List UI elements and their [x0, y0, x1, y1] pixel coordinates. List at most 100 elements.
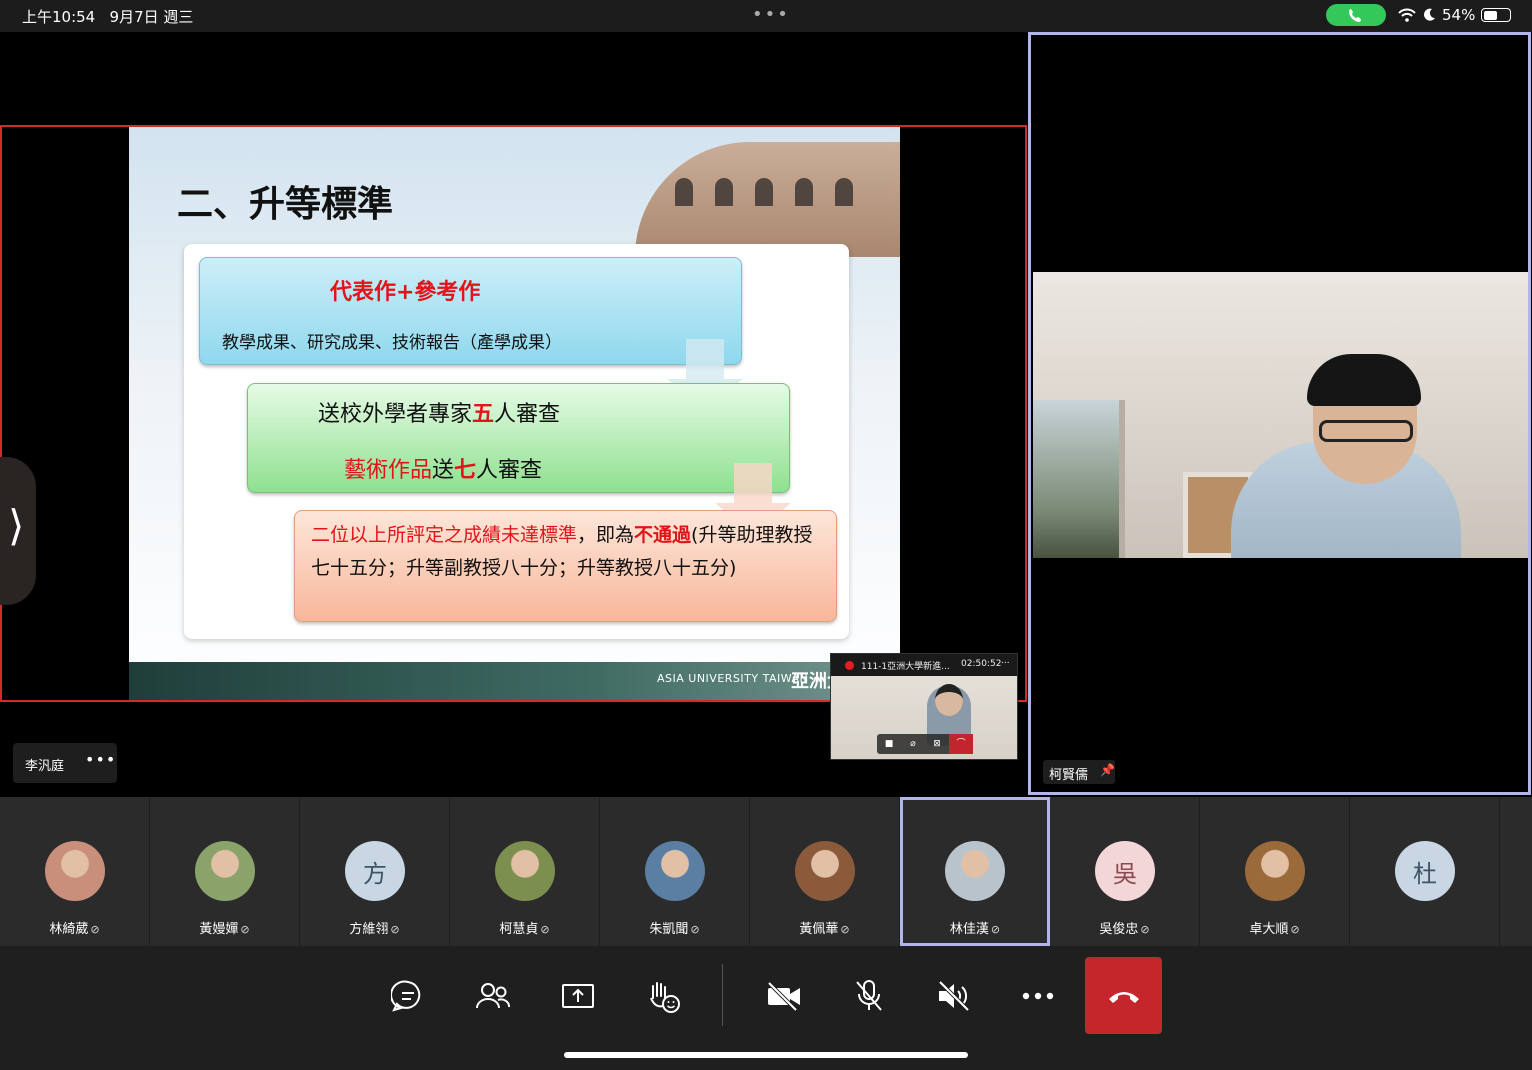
criteria-box-review: 送校外學者專家五人審查 藝術作品送七人審查: [247, 383, 790, 493]
expand-panel-button[interactable]: ⟩: [0, 457, 36, 605]
participant-name-text: 方維翎: [349, 922, 389, 937]
presenter-name: 李汎庭: [25, 759, 65, 774]
mic-off-icon: ⊘: [840, 923, 850, 936]
participant-tile[interactable]: 林綺葳 ⊘: [0, 797, 150, 946]
avatar: [1245, 841, 1305, 901]
mic-off-icon: ⊘: [1140, 923, 1150, 936]
record-icon: [845, 661, 854, 670]
participant-name-text: 黃佩華: [799, 922, 839, 937]
avatar: 吳: [1095, 841, 1155, 901]
participant-name: 林綺葳 ⊘: [0, 918, 149, 937]
participant-name-text: 朱凱聞: [649, 922, 689, 937]
presenter-pip-video: 111-1亞洲大學新進... 02:50:52 ... ■ ⌀ ⊠ ⌒: [830, 653, 1018, 760]
shared-screen[interactable]: 二、升等標準 代表作+參考作 教學成果、研究成果、技術報告（產學成果） 送校外學…: [0, 125, 1027, 760]
leave-meeting-button[interactable]: [1085, 957, 1162, 1034]
mic-off-icon: ⊘: [90, 923, 100, 936]
participant-name-text: 卓大順: [1249, 922, 1289, 937]
pip-hangup-icon: ⌒: [949, 734, 973, 754]
pinned-video-feed: [1033, 272, 1528, 558]
battery-icon: [1481, 8, 1512, 22]
participant-tile[interactable]: 柯慧貞 ⊘: [450, 797, 600, 946]
works-subtitle: 教學成果、研究成果、技術報告（產學成果）: [222, 333, 562, 353]
slide-building-image: [635, 142, 900, 257]
video-person-hair: [1307, 354, 1421, 406]
pinned-name: 柯賢儒: [1049, 768, 1089, 783]
participant-name: 林佳漢 ⊘: [903, 918, 1047, 937]
share-icon: [562, 984, 594, 1008]
more-icon: [1022, 992, 1054, 1000]
camera-toggle-button[interactable]: [756, 968, 812, 1024]
pip-title: 111-1亞洲大學新進...: [861, 662, 950, 672]
participant-tile[interactable]: 杜: [1350, 797, 1500, 946]
participant-tile[interactable]: 吳吳俊忠 ⊘: [1050, 797, 1200, 946]
participant-name: 黃佩華 ⊘: [750, 918, 899, 937]
pinned-nametag: 柯賢儒 📌: [1043, 760, 1115, 784]
pip-camera-icon: ■: [884, 739, 894, 749]
participant-name-text: 吳俊忠: [1099, 922, 1139, 937]
mic-off-icon: ⊘: [240, 923, 250, 936]
participant-name-text: 柯慧貞: [499, 922, 539, 937]
battery-percent: 54%: [1442, 6, 1476, 24]
presenter-nametag[interactable]: 李汎庭 •••: [13, 743, 117, 783]
more-options-icon[interactable]: •••: [85, 750, 116, 769]
participants-button[interactable]: [465, 968, 521, 1024]
works-title: 代表作+參考作: [330, 280, 481, 305]
status-bar: 上午10:54 9月7日 週三 ••• 54%: [0, 0, 1532, 32]
participant-name: 朱凱聞 ⊘: [600, 918, 749, 937]
avatar: 杜: [1395, 841, 1455, 901]
status-time: 上午10:54 9月7日 週三: [22, 8, 194, 26]
avatar: [945, 841, 1005, 901]
people-icon: [476, 983, 510, 1009]
strip-filler: [1500, 797, 1532, 946]
pip-controls: ■ ⌀ ⊠ ⌒: [877, 734, 973, 754]
avatar: 方: [345, 841, 405, 901]
speaker-toggle-button[interactable]: [926, 968, 982, 1024]
avatar: [495, 841, 555, 901]
participant-name-text: 林佳漢: [949, 922, 989, 937]
participant-tile[interactable]: 黃嫚嬋 ⊘: [150, 797, 300, 946]
mic-off-icon: [856, 980, 882, 1011]
video-window: [1033, 400, 1125, 558]
share-screen-button[interactable]: [550, 968, 606, 1024]
participants-strip: 林綺葳 ⊘ 黃嫚嬋 ⊘ 方方維翎 ⊘ 柯慧貞 ⊘ 朱凱聞 ⊘ 黃佩華 ⊘ 林佳漢 ⊘ 吳吳俊忠 ⊘ 卓大順 ⊘ 杜: [0, 797, 1532, 946]
review-line-art: 藝術作品送七人審查: [344, 458, 543, 483]
pip-share-icon: ⊠: [933, 739, 941, 749]
participant-name: 黃嫚嬋 ⊘: [150, 918, 299, 937]
mic-off-icon: ⊘: [990, 923, 1001, 936]
slide-title: 二、升等標準: [177, 184, 394, 225]
reactions-button[interactable]: [635, 968, 691, 1024]
camera-off-icon: [767, 981, 800, 1011]
chat-icon: [391, 980, 421, 1012]
multitask-dots[interactable]: •••: [752, 4, 790, 25]
participant-tile[interactable]: 林佳漢 ⊘: [900, 797, 1050, 946]
hangup-icon: [1108, 991, 1139, 1003]
pin-icon: 📌: [1100, 763, 1115, 777]
participant-name: 方維翎 ⊘: [300, 918, 449, 937]
chat-button[interactable]: [380, 968, 436, 1024]
pinned-video-tile[interactable]: 柯賢儒 📌: [1028, 32, 1531, 795]
participant-name-text: 林綺葳: [49, 922, 89, 937]
presentation-slide: 二、升等標準 代表作+參考作 教學成果、研究成果、技術報告（產學成果） 送校外學…: [129, 127, 900, 700]
phone-icon: [1349, 9, 1361, 22]
participant-name-text: 黃嫚嬋: [199, 922, 239, 937]
speaker-off-icon: [938, 980, 970, 1012]
mic-toggle-button[interactable]: [841, 968, 897, 1024]
fail-criteria-text: 二位以上所評定之成績未達標準，即為不通過(升等助理教授七十五分；升等副教授八十分…: [311, 524, 813, 579]
avatar: [195, 841, 255, 901]
home-indicator[interactable]: [564, 1052, 968, 1058]
more-actions-button[interactable]: [1010, 968, 1066, 1024]
participant-name: 吳俊忠 ⊘: [1050, 918, 1199, 937]
active-call-pill[interactable]: [1326, 4, 1386, 26]
participant-tile[interactable]: 卓大順 ⊘: [1200, 797, 1350, 946]
wifi-icon: [1398, 8, 1416, 22]
criteria-box-fail: 二位以上所評定之成績未達標準，即為不通過(升等助理教授七十五分；升等副教授八十分…: [294, 510, 837, 622]
participant-tile[interactable]: 方方維翎 ⊘: [300, 797, 450, 946]
mic-off-icon: ⊘: [690, 923, 700, 936]
participant-tile[interactable]: 黃佩華 ⊘: [750, 797, 900, 946]
avatar: [45, 841, 105, 901]
moon-icon: [1424, 8, 1435, 21]
participant-name: 卓大順 ⊘: [1200, 918, 1349, 937]
participant-tile[interactable]: 朱凱聞 ⊘: [600, 797, 750, 946]
footer-university-en: ASIA UNIVERSITY TAIWAN: [657, 672, 809, 685]
pip-mic-icon: ⌀: [910, 739, 916, 749]
